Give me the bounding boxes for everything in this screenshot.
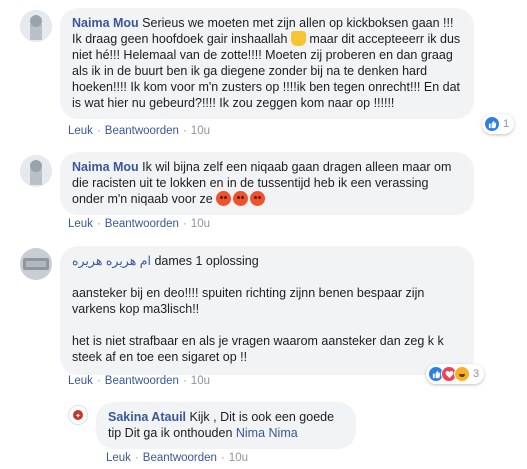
like-link[interactable]: Leuk [106,452,131,464]
comment-author[interactable]: Naima Mou [72,160,139,174]
haha-reaction-icon [454,366,470,382]
comment-bubble: Naima Mou Serieus we moeten met zijn all… [60,8,474,119]
comment-bubble: Naima Mou Ik wil bijna zelf een niqaab g… [60,152,474,215]
like-link[interactable]: Leuk [68,125,93,137]
timestamp[interactable]: 10u [191,375,210,387]
mention-link[interactable]: Nima Nima [236,426,298,440]
comment-actions: Leuk · Beantwoorden · 10u [106,452,248,464]
avatar[interactable] [20,10,52,42]
comment-text: aansteker bij en deo!!!! spuiten richtin… [72,286,425,316]
timestamp[interactable]: 10u [229,452,248,464]
timestamp[interactable]: 10u [191,218,210,230]
reaction-count: 1 [503,118,510,130]
comment-text: het is niet strafbaar en als je vragen w… [72,334,444,364]
angry-emoji-icon [233,191,249,206]
reply-link[interactable]: Beantwoorden [105,125,179,137]
thumbs-up-emoji-icon [290,31,306,46]
reply-bubble: Sakina Atauil Kijk , Dit is ook een goed… [96,402,356,449]
comment-author[interactable]: ام هريره هريره [72,254,151,268]
like-link[interactable]: Leuk [68,218,93,230]
like-reaction-icon [484,116,500,132]
angry-emoji-icon [216,191,232,206]
reply-link[interactable]: Beantwoorden [143,452,217,464]
reaction-count: 3 [473,368,480,380]
comment-actions: Leuk · Beantwoorden · 10u [68,125,210,137]
reaction-summary[interactable]: 1 [482,114,515,134]
reply-link[interactable]: Beantwoorden [105,375,179,387]
svg-text:✦: ✦ [75,412,81,420]
comment-bubble: ام هريره هريره dames 1 oplossing aanstek… [60,246,474,375]
comment-actions: Leuk · Beantwoorden · 10u [68,218,210,230]
timestamp[interactable]: 10u [191,125,210,137]
avatar[interactable] [20,248,52,280]
avatar[interactable]: ✦ [68,405,88,425]
angry-emoji-icon [250,191,266,206]
comment-author[interactable]: Naima Mou [72,16,139,30]
reaction-summary[interactable]: 3 [426,364,485,384]
avatar[interactable] [20,155,52,187]
comment-author[interactable]: Sakina Atauil [108,410,186,424]
reply-link[interactable]: Beantwoorden [105,218,179,230]
like-link[interactable]: Leuk [68,375,93,387]
comment-text: dames 1 oplossing [154,254,259,268]
comment-actions: Leuk · Beantwoorden · 10u [68,375,210,387]
